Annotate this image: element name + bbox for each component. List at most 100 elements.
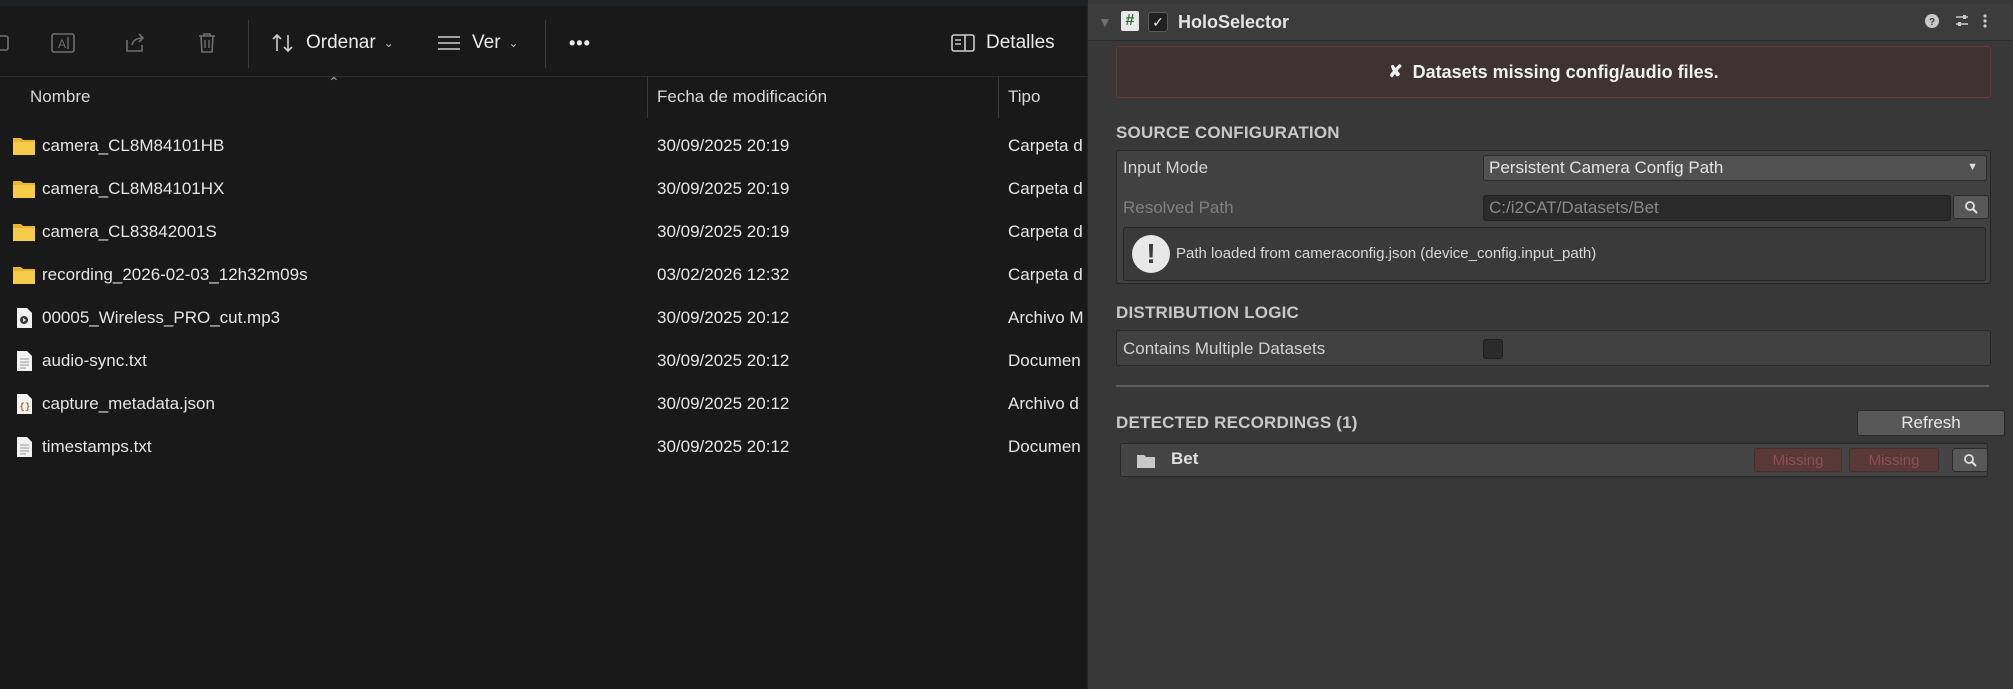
file-name: audio-sync.txt bbox=[42, 351, 147, 370]
sort-icon bbox=[270, 31, 296, 55]
source-config-panel: Input Mode Persistent Camera Config Path… bbox=[1116, 150, 1991, 284]
info-exclamation-icon: ! bbox=[1132, 235, 1170, 273]
recording-name: Bet bbox=[1171, 449, 1199, 468]
column-divider[interactable] bbox=[647, 76, 648, 118]
file-date: 30/09/2025 20:12 bbox=[657, 437, 790, 456]
delete-icon[interactable] bbox=[192, 28, 222, 58]
column-header: ⌃ Nombre Fecha de modificación Tipo bbox=[0, 74, 1087, 118]
input-mode-label: Input Mode bbox=[1123, 158, 1209, 177]
share-icon[interactable] bbox=[120, 28, 150, 58]
explorer-toolbar: A Ordenar ⌄ Ver ⌄ ••• Detalles bbox=[0, 6, 1087, 77]
file-type: Archivo M bbox=[1008, 308, 1084, 327]
multiple-datasets-label: Contains Multiple Datasets bbox=[1123, 339, 1326, 358]
search-icon bbox=[1964, 454, 1977, 467]
file-row[interactable]: 00005_Wireless_PRO_cut.mp3 30/09/2025 20… bbox=[0, 297, 1087, 340]
file-type: Carpeta d bbox=[1008, 222, 1083, 241]
folder-icon bbox=[13, 224, 35, 241]
sort-button[interactable]: Ordenar ⌄ bbox=[270, 24, 394, 62]
column-name[interactable]: Nombre bbox=[30, 87, 90, 107]
component-enable-checkbox[interactable]: ✓ bbox=[1148, 12, 1168, 32]
refresh-button[interactable]: Refresh bbox=[1857, 410, 2005, 436]
folder-icon bbox=[13, 267, 35, 284]
file-name: camera_CL83842001S bbox=[42, 222, 217, 241]
resolved-path-value: C:/i2CAT/Datasets/Bet bbox=[1489, 198, 1659, 217]
column-modified[interactable]: Fecha de modificación bbox=[657, 87, 827, 107]
search-icon bbox=[1965, 201, 1978, 214]
chevron-down-icon: ⌄ bbox=[383, 36, 394, 50]
folder-icon bbox=[13, 138, 35, 155]
missing-audio-badge: Missing bbox=[1849, 448, 1939, 472]
toolbar-separator bbox=[545, 20, 546, 68]
file-row[interactable]: camera_CL8M84101HX 30/09/2025 20:19 Carp… bbox=[0, 168, 1087, 211]
missing-config-badge: Missing bbox=[1754, 448, 1842, 472]
rename-icon[interactable]: A bbox=[48, 28, 78, 58]
browse-path-button[interactable] bbox=[1953, 195, 1989, 219]
locate-recording-button[interactable] bbox=[1952, 448, 1988, 472]
view-icon bbox=[436, 33, 462, 53]
details-button[interactable]: Detalles bbox=[950, 24, 1055, 62]
folder-icon bbox=[1137, 455, 1155, 468]
file-type: Documen bbox=[1008, 437, 1081, 456]
chevron-down-icon: ⌄ bbox=[508, 36, 519, 50]
file-name: capture_metadata.json bbox=[42, 394, 215, 413]
resolved-path-field: C:/i2CAT/Datasets/Bet bbox=[1483, 195, 1951, 221]
error-x-icon: ✘ bbox=[1388, 62, 1403, 81]
source-section-title: SOURCE CONFIGURATION bbox=[1116, 123, 1340, 142]
file-type: Carpeta d bbox=[1008, 136, 1083, 155]
svg-text:{}: {} bbox=[20, 402, 31, 412]
fold-arrow-icon[interactable]: ▼ bbox=[1098, 14, 1112, 30]
component-header[interactable]: ▼ # ✓ HoloSelector ? bbox=[1088, 4, 2013, 41]
file-type: Carpeta d bbox=[1008, 265, 1083, 284]
file-row[interactable]: timestamps.txt 30/09/2025 20:12 Documen bbox=[0, 426, 1087, 469]
more-options-button[interactable]: ••• bbox=[569, 24, 591, 62]
file-row[interactable]: recording_2026-02-03_12h32m09s 03/02/202… bbox=[0, 254, 1087, 297]
file-row[interactable]: audio-sync.txt 30/09/2025 20:12 Documen bbox=[0, 340, 1087, 383]
column-divider[interactable] bbox=[998, 76, 999, 118]
details-pane-icon bbox=[950, 33, 976, 53]
detected-section-title: DETECTED RECORDINGS (1) bbox=[1116, 413, 1358, 432]
file-name: camera_CL8M84101HX bbox=[42, 179, 225, 198]
json-file-icon: {} bbox=[17, 394, 32, 414]
dropdown-arrow-icon: ▼ bbox=[1967, 161, 1978, 173]
svg-text:?: ? bbox=[1929, 17, 1935, 28]
folder-icon bbox=[13, 181, 35, 198]
toolbar-separator bbox=[248, 20, 249, 68]
file-row[interactable]: camera_CL83842001S 30/09/2025 20:19 Carp… bbox=[0, 211, 1087, 254]
svg-text:A: A bbox=[58, 37, 66, 51]
file-explorer: A Ordenar ⌄ Ver ⌄ ••• Detalles ⌃ Nombre … bbox=[0, 0, 1087, 689]
audio-file-icon bbox=[17, 308, 32, 328]
help-icon[interactable]: ? bbox=[1924, 13, 1940, 33]
multiple-datasets-checkbox[interactable] bbox=[1483, 339, 1503, 359]
cut-icon[interactable] bbox=[0, 28, 16, 58]
file-name: camera_CL8M84101HB bbox=[42, 136, 225, 155]
input-mode-dropdown[interactable]: Persistent Camera Config Path ▼ bbox=[1483, 155, 1987, 181]
file-name: recording_2026-02-03_12h32m09s bbox=[42, 265, 308, 284]
view-label: Ver bbox=[472, 32, 501, 53]
sort-ascending-icon: ⌃ bbox=[328, 74, 340, 90]
distribution-section-title: DISTRIBUTION LOGIC bbox=[1116, 303, 1300, 322]
view-button[interactable]: Ver ⌄ bbox=[436, 24, 519, 62]
file-date: 30/09/2025 20:12 bbox=[657, 394, 790, 413]
error-message: Datasets missing config/audio files. bbox=[1412, 61, 1719, 82]
more-icon: ••• bbox=[569, 32, 591, 53]
resolved-path-label: Resolved Path bbox=[1123, 198, 1234, 217]
file-row[interactable]: camera_CL8M84101HB 30/09/2025 20:19 Carp… bbox=[0, 125, 1087, 168]
details-label: Detalles bbox=[986, 32, 1055, 53]
file-date: 30/09/2025 20:19 bbox=[657, 136, 790, 155]
column-type[interactable]: Tipo bbox=[1008, 87, 1040, 107]
recording-row[interactable]: Bet Missing Missing bbox=[1120, 443, 1988, 477]
file-date: 30/09/2025 20:19 bbox=[657, 179, 790, 198]
file-date: 30/09/2025 20:12 bbox=[657, 308, 790, 327]
section-divider bbox=[1116, 385, 1989, 387]
component-title: HoloSelector bbox=[1178, 12, 1290, 32]
file-row[interactable]: {} capture_metadata.json 30/09/2025 20:1… bbox=[0, 383, 1087, 426]
script-icon: # bbox=[1121, 11, 1139, 31]
file-date: 30/09/2025 20:19 bbox=[657, 222, 790, 241]
info-text: Path loaded from cameraconfig.json (devi… bbox=[1176, 245, 1597, 262]
kebab-menu-icon[interactable] bbox=[1982, 13, 1988, 33]
presets-icon[interactable] bbox=[1954, 13, 1970, 33]
file-type: Archivo d bbox=[1008, 394, 1079, 413]
input-mode-value: Persistent Camera Config Path bbox=[1489, 158, 1724, 177]
distribution-panel: Contains Multiple Datasets bbox=[1116, 330, 1991, 366]
file-date: 03/02/2026 12:32 bbox=[657, 265, 790, 284]
